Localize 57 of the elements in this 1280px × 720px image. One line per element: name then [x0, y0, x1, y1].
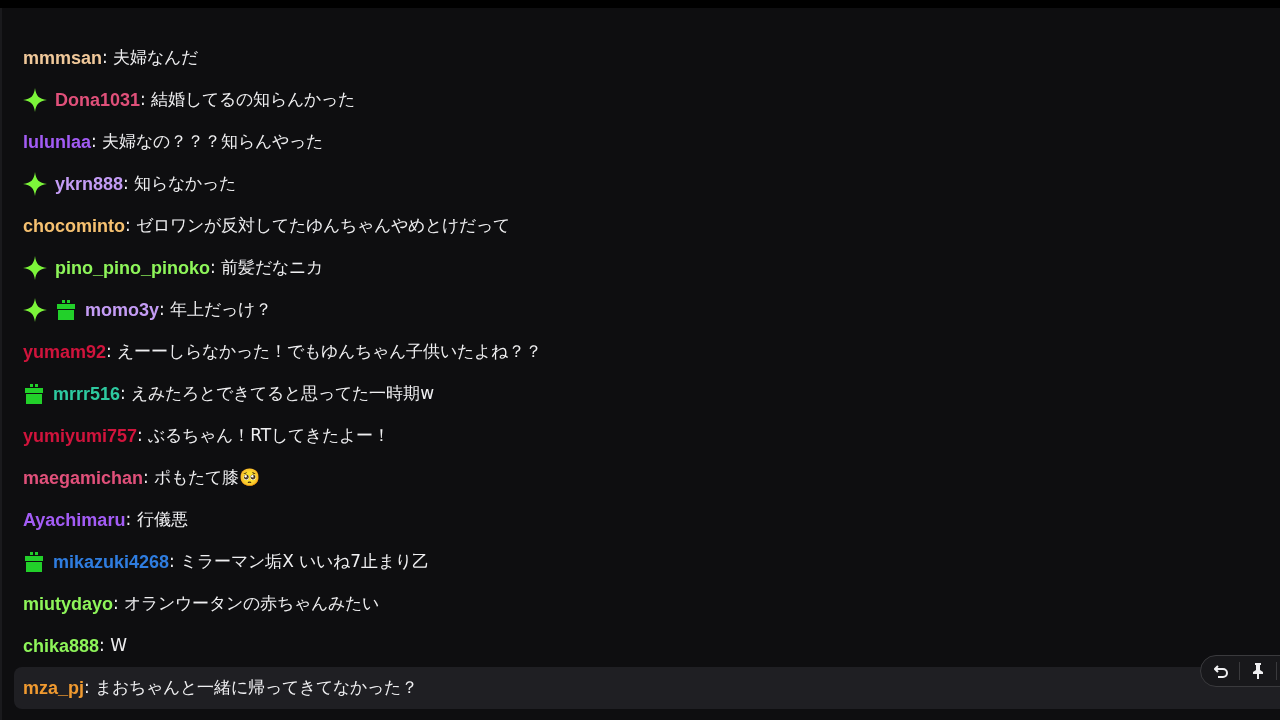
message-text: : ミラーマン垢X いいね7止まり乙 [169, 550, 430, 574]
username[interactable]: pino_pino_pinoko [55, 254, 210, 282]
chat-message[interactable]: momo3y: 年上だっけ？ [14, 289, 1280, 331]
username[interactable]: mza_pj [23, 674, 85, 702]
username[interactable]: Ayachimaru [23, 506, 126, 534]
message-text: : ぶるちゃん！RTしてきたよー！ [137, 424, 391, 448]
username[interactable]: lulunlaa [23, 128, 91, 156]
reply-icon [1214, 664, 1228, 678]
message-text: : 行儀悪 [125, 508, 188, 532]
gift-badge-icon [55, 299, 77, 321]
message-text: : オランウータンの赤ちゃんみたい [113, 592, 380, 616]
username[interactable]: yumam92 [23, 338, 107, 366]
message-text: : 前髪だなニカ [210, 256, 324, 280]
chat-message[interactable]: Dona1031: 結婚してるの知らんかった [14, 79, 1280, 121]
username[interactable]: mikazuki4268 [53, 548, 170, 576]
chat-message[interactable]: ykrn888: 知らなかった [14, 163, 1280, 205]
chat-message[interactable]: chocominto: ゼロワンが反対してたゆんちゃんやめとけだって [14, 205, 1280, 247]
username[interactable]: mrrr516 [53, 380, 121, 408]
username[interactable]: maegamichan [23, 464, 144, 492]
sparkle-badge-icon [23, 256, 47, 280]
username[interactable]: ykrn888 [55, 170, 124, 198]
chat-message[interactable]: lulunlaa: 夫婦なの？？？知らんやった [14, 121, 1280, 163]
username[interactable]: mmmsan [23, 44, 103, 72]
username[interactable]: yumiyumi757 [23, 422, 138, 450]
message-text: : ポもたて膝🥺 [143, 466, 261, 490]
gift-badge-icon [23, 551, 45, 573]
username[interactable]: Dona1031 [55, 86, 141, 114]
message-text: : 夫婦なの？？？知らんやった [91, 130, 324, 154]
chat-message[interactable]: mikazuki4268: ミラーマン垢X いいね7止まり乙 [14, 541, 1280, 583]
message-text: : W [99, 634, 127, 658]
message-text: : 夫婦なんだ [102, 46, 199, 70]
chat-message[interactable]: pino_pino_pinoko: 前髪だなニカ [14, 247, 1280, 289]
message-text: : 知らなかった [123, 172, 237, 196]
message-text: : ゼロワンが反対してたゆんちゃんやめとけだって [125, 214, 511, 238]
username[interactable]: miutydayo [23, 590, 114, 618]
sparkle-badge-icon [23, 172, 47, 196]
username[interactable]: chocominto [23, 212, 125, 240]
message-text: : 結婚してるの知らんかった [140, 88, 356, 112]
message-text: : えみたろとできてると思ってた一時期w [120, 382, 435, 406]
username[interactable]: momo3y [85, 296, 160, 324]
sparkle-badge-icon [23, 298, 47, 322]
message-text: : 年上だっけ？ [159, 298, 273, 322]
pin-icon [1252, 663, 1264, 679]
chat-message-hovered[interactable]: mza_pj: まおちゃんと一緒に帰ってきてなかった？ [14, 667, 1280, 709]
sparkle-badge-icon [23, 88, 47, 112]
gift-badge-icon [23, 383, 45, 405]
message-text: : まおちゃんと一緒に帰ってきてなかった？ [84, 676, 419, 700]
username[interactable]: chika888 [23, 632, 100, 660]
chat-message[interactable]: mrrr516: えみたろとできてると思ってた一時期w [14, 373, 1280, 415]
chat-message[interactable]: mmmsan: 夫婦なんだ [14, 37, 1280, 79]
chat-message[interactable]: maegamichan: ポもたて膝🥺 [14, 457, 1280, 499]
chat-message[interactable]: miutydayo: オランウータンの赤ちゃんみたい [14, 583, 1280, 625]
chat-message[interactable]: Ayachimaru: 行儀悪 [14, 499, 1280, 541]
chat-message[interactable]: chika888: W [14, 625, 1280, 667]
chat-message[interactable]: yumam92: えーーしらなかった！でもゆんちゃん子供いたよね？？ [14, 331, 1280, 373]
chat-message[interactable]: yumiyumi757: ぶるちゃん！RTしてきたよー！ [14, 415, 1280, 457]
message-text: : えーーしらなかった！でもゆんちゃん子供いたよね？？ [106, 340, 543, 364]
